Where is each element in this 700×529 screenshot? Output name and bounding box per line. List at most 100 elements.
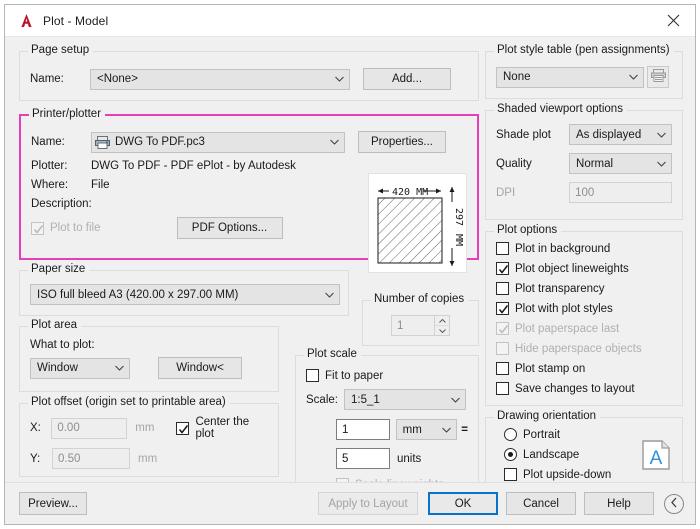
- shade-plot-value: As displayed: [576, 129, 641, 141]
- page-setup-name-combo[interactable]: <None>: [90, 69, 350, 90]
- scale-combo[interactable]: 1:5_1: [344, 389, 466, 410]
- plot-options-legend: Plot options: [494, 224, 561, 236]
- window-pick-button[interactable]: Window<: [158, 357, 242, 379]
- autocad-a-logo-icon: [18, 12, 35, 29]
- plot-paperspace-last-checkbox: [496, 322, 509, 335]
- scale-numerator-input[interactable]: 1: [336, 419, 390, 440]
- where-label: Where:: [31, 179, 91, 191]
- add-page-setup-button[interactable]: Add...: [363, 68, 451, 90]
- plot-option-row[interactable]: Plot stamp on: [496, 362, 672, 375]
- chevron-down-icon: [657, 132, 666, 138]
- plot-option-row[interactable]: Plot in background: [496, 242, 672, 255]
- right-column: Plot style table (pen assignments) None: [485, 43, 683, 495]
- dpi-label: DPI: [496, 187, 569, 199]
- shade-plot-label: Shade plot: [496, 129, 569, 141]
- fit-to-paper-label: Fit to paper: [325, 370, 383, 382]
- plot-option-row[interactable]: Plot object lineweights: [496, 262, 672, 275]
- cancel-button[interactable]: Cancel: [506, 492, 576, 515]
- preview-button[interactable]: Preview...: [19, 492, 87, 515]
- chevron-down-icon: [335, 76, 344, 82]
- offset-y-label: Y:: [30, 453, 52, 465]
- what-to-plot-combo[interactable]: Window: [30, 358, 130, 379]
- dialog-footer: Preview... Apply to Layout OK Cancel Hel…: [5, 482, 695, 524]
- chevron-down-icon: [325, 292, 334, 298]
- plot-with-plot-styles-label: Plot with plot styles: [515, 303, 613, 315]
- portrait-radio[interactable]: [504, 428, 517, 441]
- chevron-down-icon: [330, 139, 339, 145]
- chevron-down-icon: [442, 427, 451, 433]
- description-label: Description:: [31, 198, 91, 210]
- page-setup-name-label: Name:: [30, 73, 90, 85]
- chevron-down-icon: [629, 74, 638, 80]
- plot-option-row[interactable]: Plot with plot styles: [496, 302, 672, 315]
- stepper-down-icon[interactable]: [435, 326, 449, 335]
- svg-text:420 MM: 420 MM: [392, 187, 428, 198]
- hide-paperspace-objects-checkbox: [496, 342, 509, 355]
- paper-size-value: ISO full bleed A3 (420.00 x 297.00 MM): [37, 289, 238, 301]
- what-to-plot-label: What to plot:: [30, 339, 268, 351]
- plot-upside-down-label: Plot upside-down: [523, 469, 611, 481]
- quality-value: Normal: [576, 158, 613, 170]
- landscape-radio[interactable]: [504, 448, 517, 461]
- svg-text:A: A: [650, 448, 663, 469]
- scale-value: 1:5_1: [351, 394, 380, 406]
- where-value: File: [91, 179, 110, 191]
- plot-upside-down-checkbox[interactable]: [504, 468, 517, 481]
- offset-y-units: mm: [138, 453, 157, 465]
- plot-transparency-checkbox[interactable]: [496, 282, 509, 295]
- printer-icon: [95, 136, 110, 149]
- plot-to-file-checkbox[interactable]: [31, 222, 44, 235]
- copies-stepper[interactable]: [435, 315, 450, 336]
- shaded-viewport-legend: Shaded viewport options: [494, 103, 627, 115]
- drawing-orientation-legend: Drawing orientation: [494, 410, 600, 422]
- plot-object-lineweights-checkbox[interactable]: [496, 262, 509, 275]
- chevron-left-icon: [670, 497, 678, 511]
- plot-with-plot-styles-checkbox[interactable]: [496, 302, 509, 315]
- fit-to-paper-checkbox[interactable]: [306, 369, 319, 382]
- quality-label: Quality: [496, 158, 569, 170]
- plot-in-background-checkbox[interactable]: [496, 242, 509, 255]
- copies-legend: Number of copies: [371, 293, 468, 305]
- title-bar: Plot - Model: [5, 5, 695, 37]
- stepper-up-icon[interactable]: [435, 316, 449, 326]
- plot-option-row: Hide paperspace objects: [496, 342, 672, 355]
- landscape-page-a-icon: A: [642, 440, 670, 473]
- pdf-options-button[interactable]: PDF Options...: [177, 217, 283, 239]
- plot-stamp-on-checkbox[interactable]: [496, 362, 509, 375]
- offset-y-input[interactable]: 0.50: [52, 448, 130, 469]
- plot-scale-group: Plot scale Fit to paper Scale: 1:5_1 1: [295, 355, 479, 501]
- scale-denominator-input[interactable]: 5: [336, 448, 390, 469]
- center-the-plot-checkbox[interactable]: [176, 422, 189, 435]
- less-options-button[interactable]: [664, 494, 684, 514]
- save-changes-to-layout-checkbox[interactable]: [496, 382, 509, 395]
- quality-combo[interactable]: Normal: [569, 153, 672, 174]
- plot-area-group: Plot area What to plot: Window Window<: [19, 326, 279, 392]
- printer-name-combo[interactable]: DWG To PDF.pc3: [91, 132, 345, 153]
- paper-size-group: Paper size ISO full bleed A3 (420.00 x 2…: [19, 270, 349, 316]
- plot-option-row: Plot paperspace last: [496, 322, 672, 335]
- paper-size-combo[interactable]: ISO full bleed A3 (420.00 x 297.00 MM): [30, 284, 340, 305]
- copies-input[interactable]: 1: [391, 315, 435, 336]
- properties-button[interactable]: Properties...: [358, 131, 446, 153]
- plot-option-row[interactable]: Plot transparency: [496, 282, 672, 295]
- offset-x-input[interactable]: 0.00: [51, 418, 127, 439]
- landscape-label: Landscape: [523, 449, 579, 461]
- plot-option-row[interactable]: Save changes to layout: [496, 382, 672, 395]
- left-column: Page setup Name: <None> Add... Printer/p…: [19, 43, 479, 477]
- close-icon[interactable]: [651, 5, 695, 36]
- plot-style-table-legend: Plot style table (pen assignments): [494, 44, 674, 56]
- dpi-input[interactable]: 100: [569, 182, 672, 203]
- help-button[interactable]: Help: [584, 492, 654, 515]
- scale-unit-combo[interactable]: mm: [396, 419, 458, 440]
- printer-name-label: Name:: [31, 136, 91, 148]
- shade-plot-combo[interactable]: As displayed: [569, 124, 672, 145]
- plot-area-legend: Plot area: [28, 319, 81, 331]
- plot-offset-group: Plot offset (origin set to printable are…: [19, 403, 279, 477]
- plot-paperspace-last-label: Plot paperspace last: [515, 323, 619, 335]
- ok-button[interactable]: OK: [428, 492, 498, 515]
- pen-table-icon-button[interactable]: [647, 66, 669, 88]
- save-changes-to-layout-label: Save changes to layout: [515, 383, 635, 395]
- apply-to-layout-button[interactable]: Apply to Layout: [318, 492, 418, 515]
- plot-style-table-combo[interactable]: None: [496, 67, 644, 88]
- equals-sign: =: [461, 424, 468, 436]
